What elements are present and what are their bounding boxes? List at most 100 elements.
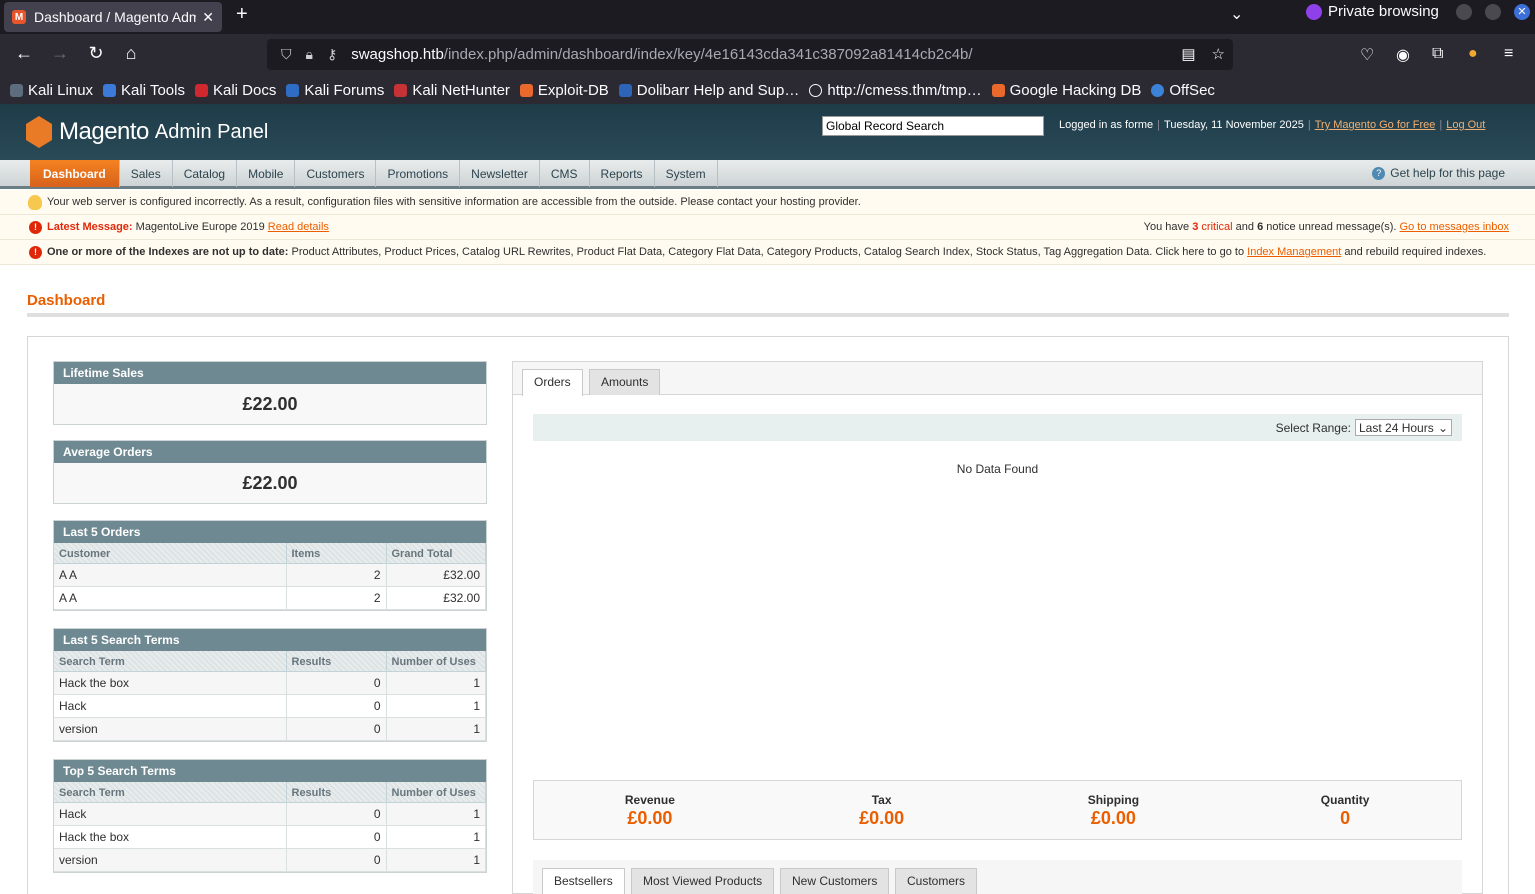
bookmark-item[interactable]: Google Hacking DB	[991, 82, 1141, 99]
cell: 2	[286, 563, 387, 587]
table-row[interactable]: A A 2 £32.00	[54, 586, 486, 610]
cell: 1	[386, 825, 486, 849]
total-value: 0	[1340, 808, 1351, 828]
last-orders-table: Customer Items Grand Total A A 2 £32.00 A A2…	[54, 543, 486, 610]
list-tabs-icon[interactable]: ⌄	[1230, 4, 1243, 24]
tab-most-viewed[interactable]: Most Viewed Products	[631, 868, 775, 894]
logo-sub: Admin Panel	[154, 120, 269, 143]
nav-customers[interactable]: Customers	[295, 160, 377, 187]
bookmark-item[interactable]: OffSec	[1151, 82, 1215, 99]
tab-customers[interactable]: Customers	[895, 868, 978, 894]
extensions-icon[interactable]: ⧉	[1432, 45, 1443, 63]
error-icon: !	[29, 246, 42, 259]
kali-docs-icon	[194, 83, 208, 97]
global-search-input[interactable]	[822, 116, 1044, 136]
close-window-button[interactable]: ✕	[1514, 4, 1530, 20]
table-row[interactable]: Hack 0 1	[54, 694, 486, 718]
column-header[interactable]: Search Term	[54, 782, 287, 803]
bookmark-item[interactable]: Kali Forums	[286, 82, 384, 99]
latest-message: ! Latest Message: MagentoLive Europe 201…	[0, 215, 1535, 240]
home-icon[interactable]: ⌂	[119, 43, 143, 64]
column-header[interactable]: Number of Uses	[386, 651, 486, 672]
forward-icon[interactable]: →	[48, 43, 72, 64]
bookmark-star-icon[interactable]: ☆	[1212, 45, 1225, 63]
bookmark-item[interactable]: http://cmess.thm/tmp…	[809, 81, 982, 99]
key-icon[interactable]: ⚷	[327, 46, 337, 63]
reader-view-icon[interactable]: ▤	[1181, 45, 1195, 63]
minimize-button[interactable]	[1456, 4, 1472, 20]
column-header[interactable]: Grand Total	[386, 543, 486, 564]
column-header[interactable]: Customer	[54, 543, 287, 564]
column-header[interactable]: Search Term	[54, 651, 287, 672]
new-tab-icon[interactable]: +	[236, 3, 248, 26]
tab-bestsellers[interactable]: Bestsellers	[542, 868, 625, 894]
table-row[interactable]: A A 2 £32.00	[54, 563, 486, 587]
index-message: ! One or more of the Indexes are not up …	[0, 240, 1535, 265]
tab-amounts[interactable]: Amounts	[589, 369, 661, 395]
account-icon[interactable]: ◉	[1396, 45, 1410, 65]
bookmark-label: Exploit-DB	[537, 81, 609, 99]
table-row[interactable]: version 0 1	[54, 717, 486, 741]
inbox-link[interactable]: Go to messages inbox	[1400, 221, 1509, 233]
bookmark-item[interactable]: Kali Tools	[103, 82, 185, 99]
bookmark-label: http://cmess.thm/tmp…	[827, 81, 982, 99]
bookmark-label: Dolibarr Help and Sup…	[636, 81, 800, 99]
nav-newsletter[interactable]: Newsletter	[460, 160, 540, 187]
table-row[interactable]: Hack 0 1	[54, 802, 486, 826]
column-header[interactable]: Number of Uses	[386, 782, 486, 803]
range-select[interactable]: Last 24 Hours ⌄	[1355, 419, 1452, 436]
index-management-link[interactable]: Index Management	[1247, 246, 1341, 258]
column-header[interactable]: Results	[286, 651, 387, 672]
grid-tabs: Bestsellers Most Viewed Products New Cus…	[533, 860, 1462, 894]
total-revenue: Revenue £0.00	[534, 781, 766, 839]
reload-icon[interactable]: ↻	[84, 43, 108, 64]
close-tab-icon[interactable]: ✕	[202, 9, 214, 26]
tab-orders[interactable]: Orders	[522, 369, 583, 396]
cell: Hack the box	[54, 671, 287, 695]
pocket-icon[interactable]: ♡	[1360, 45, 1374, 65]
shield-icon[interactable]: ⛉	[281, 46, 292, 63]
bookmark-item[interactable]: Exploit-DB	[519, 81, 609, 99]
nav-mobile[interactable]: Mobile	[237, 160, 296, 187]
table-row[interactable]: Hack the box 0 1	[54, 671, 486, 695]
nav-catalog[interactable]: Catalog	[173, 160, 238, 187]
nav-dashboard[interactable]: Dashboard	[30, 160, 120, 187]
tab-new-customers[interactable]: New Customers	[780, 868, 890, 894]
nav-cms[interactable]: CMS	[540, 160, 590, 187]
cell: 2	[286, 586, 387, 610]
browser-tab[interactable]: M Dashboard / Magento Admin ✕	[4, 2, 222, 32]
maximize-button[interactable]	[1485, 4, 1501, 20]
average-orders-label: Average Orders	[54, 441, 486, 463]
config-warning-message: Your web server is configured incorrectl…	[0, 190, 1535, 215]
back-icon[interactable]: ←	[12, 43, 36, 64]
table-row[interactable]: version 0 1	[54, 848, 486, 872]
read-details-link[interactable]: Read details	[268, 221, 329, 233]
try-magento-link[interactable]: Try Magento Go for Free	[1315, 119, 1436, 131]
cookie-extension-icon[interactable]: ●	[1468, 45, 1478, 63]
bookmark-item[interactable]: Kali Linux	[10, 82, 93, 99]
nav-sales[interactable]: Sales	[120, 160, 173, 187]
index-label: One or more of the Indexes are not up to…	[47, 246, 289, 258]
lock-icon[interactable]: 🔒︎	[306, 46, 313, 63]
nav-system[interactable]: System	[655, 160, 718, 187]
admin-header: Magento Admin Panel Logged in as forme|T…	[0, 104, 1535, 160]
notice-suffix: notice unread message(s).	[1266, 221, 1397, 233]
url-bar[interactable]: ⛉ 🔒︎ ⚷ swagshop.htb/index.php/admin/dash…	[267, 39, 1233, 70]
latest-label: Latest Message:	[47, 221, 133, 233]
bookmark-item[interactable]: Dolibarr Help and Sup…	[618, 81, 800, 99]
column-header[interactable]: Results	[286, 782, 387, 803]
menu-icon[interactable]: ≡	[1504, 45, 1513, 63]
bookmark-item[interactable]: Kali Docs	[194, 82, 276, 99]
table-row[interactable]: Hack the box 0 1	[54, 825, 486, 849]
nav-reports[interactable]: Reports	[590, 160, 655, 187]
nav-promotions[interactable]: Promotions	[376, 160, 461, 187]
bookmark-label: Kali Linux	[28, 81, 94, 99]
cell: 0	[286, 825, 387, 849]
logout-link[interactable]: Log Out	[1446, 119, 1485, 131]
magento-logo[interactable]: Magento Admin Panel	[26, 116, 268, 148]
browser-tab-bar: M Dashboard / Magento Admin ✕ + ⌄ Privat…	[0, 0, 1535, 34]
help-link[interactable]: ? Get help for this page	[1372, 166, 1505, 180]
column-header[interactable]: Items	[286, 543, 387, 564]
bookmark-item[interactable]: Kali NetHunter	[394, 82, 510, 99]
magento-logo-icon	[26, 116, 52, 148]
